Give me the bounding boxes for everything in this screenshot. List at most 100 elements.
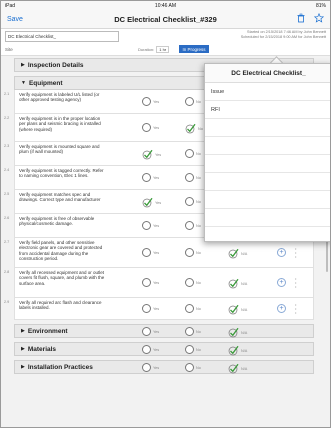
radio-button	[185, 221, 194, 230]
option-yes[interactable]: Yes	[142, 248, 159, 257]
option-no[interactable]: No	[185, 363, 201, 372]
more-options-icon[interactable]: •••	[295, 277, 298, 289]
status-bar: iPad 10:46 AM 81%	[1, 1, 330, 10]
option-no[interactable]: No	[185, 248, 201, 257]
option-no[interactable]: No	[185, 173, 201, 182]
in-progress-button[interactable]: In Progress	[179, 45, 209, 53]
radio-button	[142, 278, 151, 287]
add-note-button[interactable]: +	[277, 278, 286, 287]
chevron-down-icon: ▼	[21, 80, 26, 86]
radio-button	[185, 363, 194, 372]
popover-item-issue[interactable]: Issue	[205, 83, 330, 101]
checklist-item: 2.7 Verify field panels, and other sensit…	[4, 238, 314, 268]
option-yes[interactable]: Yes	[142, 197, 161, 208]
option-label: No	[198, 126, 203, 131]
item-number: 2.9	[4, 300, 10, 304]
option-label: Yes	[153, 306, 160, 311]
item-text: Verify equipment is mounted square and p…	[19, 144, 100, 155]
option-label: Yes	[155, 200, 162, 205]
checklist-item: 2.9 Verify all required arc flash and cle…	[4, 298, 314, 320]
option-label: No	[196, 347, 201, 352]
option-label: No	[196, 175, 201, 180]
section-header[interactable]: ▶ Environment Yes No N/A	[14, 324, 314, 338]
radio-button	[185, 278, 194, 287]
item-text: Verify equipment is labeled U/L listed (…	[19, 92, 100, 103]
option-label: No	[196, 151, 201, 156]
popover-title: DC Electrical Checklist_	[205, 64, 330, 83]
option-na[interactable]: N/A	[228, 278, 247, 289]
option-label: N/A	[241, 251, 248, 256]
duration-label: Duration:	[138, 46, 155, 52]
yes-check-icon	[142, 197, 153, 208]
na-check-icon	[228, 304, 239, 315]
section-header[interactable]: ▶ Installation Practices Yes No N/A	[14, 360, 314, 374]
option-label: Yes	[153, 280, 160, 285]
schedule-meta: Started on 2/15/2018 7:46 AM by John Ben…	[241, 30, 326, 40]
site-field[interactable]: Site	[5, 47, 13, 52]
popover-item-rfi[interactable]: RFI	[205, 101, 330, 119]
option-no[interactable]: No	[185, 97, 201, 106]
option-no[interactable]: No	[185, 221, 201, 230]
option-label: N/A	[241, 366, 248, 371]
option-label: Yes	[153, 125, 160, 130]
option-yes[interactable]: Yes	[142, 123, 159, 132]
option-no[interactable]: No	[185, 123, 203, 134]
option-yes[interactable]: Yes	[142, 304, 159, 313]
popover-menu: DC Electrical Checklist_ Issue RFI	[204, 63, 330, 242]
radio-button	[185, 327, 194, 336]
option-yes[interactable]: Yes	[142, 345, 159, 354]
option-yes[interactable]: Yes	[142, 173, 159, 182]
option-no[interactable]: No	[185, 149, 201, 158]
na-check-icon	[228, 327, 239, 338]
item-text: Verify equipment is free of observable p…	[19, 216, 95, 227]
option-label: Yes	[153, 329, 160, 334]
option-label: No	[196, 250, 201, 255]
option-na[interactable]: N/A	[228, 327, 247, 338]
option-label: No	[196, 329, 201, 334]
option-yes[interactable]: Yes	[142, 278, 159, 287]
option-no[interactable]: No	[185, 278, 201, 287]
option-no[interactable]: No	[185, 345, 201, 354]
star-icon[interactable]	[313, 10, 325, 28]
device-label: iPad	[5, 2, 16, 9]
duration-field[interactable]: 1 hr	[156, 45, 170, 53]
radio-button	[142, 345, 151, 354]
add-note-button[interactable]: +	[277, 248, 286, 257]
option-label: N/A	[241, 307, 248, 312]
option-no[interactable]: No	[185, 197, 201, 206]
option-yes[interactable]: Yes	[142, 149, 161, 160]
option-yes[interactable]: Yes	[142, 363, 159, 372]
section-header[interactable]: ▶ Materials Yes No N/A	[14, 342, 314, 356]
option-yes[interactable]: Yes	[142, 97, 159, 106]
save-button[interactable]: Save	[7, 16, 23, 23]
na-check-icon	[228, 345, 239, 356]
scheduled-text: Scheduled for 2/15/2018 9:00 AM for John…	[240, 35, 326, 39]
option-no[interactable]: No	[185, 304, 201, 313]
option-label: No	[196, 99, 201, 104]
radio-button	[185, 173, 194, 182]
na-check-icon	[228, 248, 239, 259]
radio-button	[185, 97, 194, 106]
option-na[interactable]: N/A	[228, 363, 247, 374]
radio-button	[142, 327, 151, 336]
option-no[interactable]: No	[185, 327, 201, 336]
checklist-name-input[interactable]	[5, 30, 119, 42]
option-label: Yes	[153, 223, 160, 228]
more-options-icon[interactable]: •••	[295, 247, 298, 259]
popover-empty-row	[205, 173, 330, 191]
radio-button	[142, 363, 151, 372]
duration: Duration: 1 hr	[138, 45, 170, 53]
option-na[interactable]: N/A	[228, 248, 247, 259]
item-number: 2.3	[4, 144, 10, 148]
add-note-button[interactable]: +	[277, 304, 286, 313]
option-na[interactable]: N/A	[228, 345, 247, 356]
more-options-icon[interactable]: •••	[295, 303, 298, 315]
option-label: Yes	[153, 250, 160, 255]
option-na[interactable]: N/A	[228, 304, 247, 315]
chevron-right-icon: ▶	[21, 62, 25, 68]
trash-icon[interactable]	[296, 10, 306, 28]
popover-empty-row	[205, 119, 330, 137]
popover-empty-row	[205, 137, 330, 155]
option-yes[interactable]: Yes	[142, 327, 159, 336]
option-yes[interactable]: Yes	[142, 221, 159, 230]
